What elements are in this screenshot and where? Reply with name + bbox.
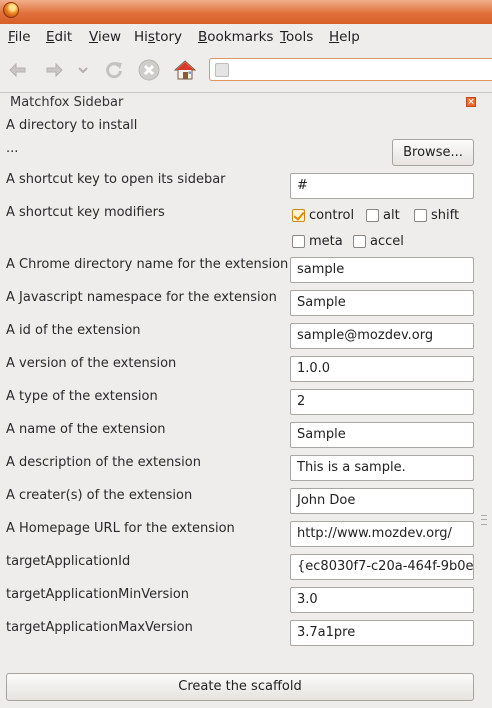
description-field[interactable]: This is a sample. (290, 455, 474, 481)
description-label: A description of the extension (6, 455, 201, 470)
history-dropdown-icon[interactable] (76, 59, 90, 81)
sidebar-close-icon[interactable]: × (466, 97, 476, 107)
homepage-label: A Homepage URL for the extension (6, 521, 235, 536)
extension-id-field[interactable]: sample@mozdev.org (290, 323, 474, 349)
menu-edit[interactable]: Edit (46, 29, 72, 45)
modifier-shift-checkbox[interactable] (414, 209, 427, 222)
menu-view[interactable]: View (89, 29, 121, 45)
modifier-alt-label: alt (383, 208, 400, 223)
target-app-id-label: targetApplicationId (6, 554, 131, 569)
modifier-meta-checkbox[interactable] (292, 235, 305, 248)
modifier-meta-label: meta (309, 234, 343, 249)
shortcut-key-label: A shortcut key to open its sidebar (6, 172, 226, 187)
sidebar-splitter-grip-icon[interactable] (481, 515, 487, 525)
modifiers-label: A shortcut key modifiers (6, 205, 165, 220)
window-titlebar[interactable] (0, 0, 492, 25)
version-field[interactable]: 1.0.0 (290, 356, 474, 382)
shortcut-key-field[interactable]: # (290, 173, 474, 199)
menu-bookmarks[interactable]: Bookmarks (198, 29, 273, 45)
chrome-dir-field[interactable]: sample (290, 257, 474, 283)
modifier-shift-label: shift (431, 208, 460, 223)
back-icon[interactable] (7, 59, 29, 81)
site-identity-icon[interactable] (215, 63, 229, 77)
directory-label: A directory to install (6, 118, 138, 133)
forward-icon[interactable] (43, 59, 65, 81)
homepage-field[interactable]: http://www.mozdev.org/ (290, 521, 474, 547)
extension-id-label: A id of the extension (6, 323, 141, 338)
menu-help[interactable]: Help (329, 29, 360, 45)
chrome-dir-label: A Chrome directory name for the extensio… (6, 257, 289, 272)
modifier-accel-label: accel (370, 234, 404, 249)
sidebar-title: Matchfox Sidebar (10, 95, 124, 110)
modifier-control-label: control (309, 208, 355, 223)
target-max-version-label: targetApplicationMaxVersion (6, 620, 193, 635)
target-min-version-label: targetApplicationMinVersion (6, 587, 190, 602)
target-app-id-field[interactable]: {ec8030f7-c20a-464f-9b0e-13a3a9e97384} (290, 554, 474, 580)
menu-bar: File Edit View History Bookmarks Tools H… (0, 24, 492, 50)
target-min-version-field[interactable]: 3.0 (290, 587, 474, 613)
creator-label: A creater(s) of the extension (6, 488, 193, 503)
home-icon[interactable] (174, 59, 196, 81)
js-namespace-field[interactable]: Sample (290, 290, 474, 316)
url-bar[interactable] (209, 58, 492, 81)
modifier-control-checkbox[interactable] (292, 209, 305, 222)
type-label: A type of the extension (6, 389, 158, 404)
menu-tools[interactable]: Tools (280, 29, 313, 45)
modifier-alt-checkbox[interactable] (366, 209, 379, 222)
browse-button[interactable]: Browse... (392, 139, 474, 166)
creator-field[interactable]: John Doe (290, 488, 474, 514)
name-field[interactable]: Sample (290, 422, 474, 448)
menu-file[interactable]: File (8, 29, 31, 45)
modifier-accel-checkbox[interactable] (353, 235, 366, 248)
reload-icon[interactable] (103, 59, 125, 81)
type-field[interactable]: 2 (290, 389, 474, 415)
menu-history[interactable]: History (134, 29, 182, 45)
create-scaffold-button[interactable]: Create the scaffold (6, 673, 474, 701)
firefox-logo-icon (3, 2, 19, 18)
name-label: A name of the extension (6, 422, 166, 437)
target-max-version-field[interactable]: 3.7a1pre (290, 620, 474, 646)
sidebar-header: Matchfox Sidebar (0, 92, 492, 112)
js-namespace-label: A Javascript namespace for the extension (6, 290, 277, 305)
directory-value: ... (6, 141, 19, 156)
stop-icon[interactable] (138, 59, 160, 81)
version-label: A version of the extension (6, 356, 177, 371)
